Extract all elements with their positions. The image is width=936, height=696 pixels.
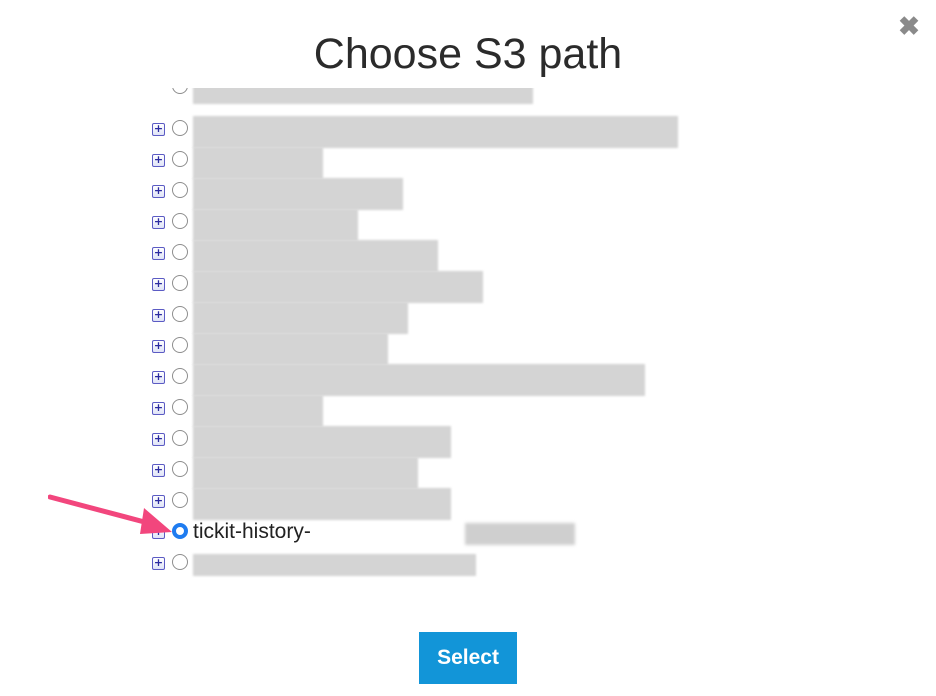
redacted-item-label — [193, 364, 645, 396]
redacted-item-label — [193, 395, 323, 427]
radio-button[interactable] — [172, 151, 188, 167]
plus-square-icon[interactable]: + — [152, 557, 165, 570]
redacted-item-label — [193, 209, 358, 241]
plus-square-icon[interactable]: + — [152, 216, 165, 229]
pointer-arrow-icon — [48, 494, 172, 534]
radio-button[interactable] — [172, 213, 188, 229]
redacted-item-label — [193, 240, 438, 272]
redacted-item-label — [193, 333, 388, 365]
plus-square-icon[interactable]: + — [152, 154, 165, 167]
radio-button[interactable] — [172, 244, 188, 260]
redacted-item-label — [193, 302, 408, 334]
radio-button[interactable] — [172, 182, 188, 198]
plus-square-icon[interactable]: + — [152, 278, 165, 291]
radio-button[interactable] — [172, 554, 188, 570]
plus-square-icon[interactable]: + — [152, 402, 165, 415]
radio-button[interactable] — [172, 461, 188, 477]
radio-button[interactable] — [172, 399, 188, 415]
redacted-item-label — [193, 426, 451, 458]
plus-square-icon[interactable]: + — [152, 371, 165, 384]
radio-button[interactable] — [172, 368, 188, 384]
radio-button[interactable] — [172, 306, 188, 322]
select-button[interactable]: Select — [419, 632, 517, 684]
plus-square-icon[interactable]: + — [152, 309, 165, 322]
plus-square-icon[interactable]: + — [152, 433, 165, 446]
radio-button[interactable] — [172, 337, 188, 353]
plus-square-icon[interactable]: + — [152, 185, 165, 198]
redacted-item-label — [193, 488, 451, 520]
radio-button[interactable] — [172, 275, 188, 291]
redacted-item-label — [193, 457, 418, 489]
redacted-item-label — [193, 271, 483, 303]
radio-button[interactable] — [172, 120, 188, 136]
radio-button[interactable] — [172, 430, 188, 446]
selected-item-label: tickit-history- — [193, 520, 311, 543]
redacted-item-label — [193, 554, 476, 576]
plus-square-icon[interactable]: + — [152, 247, 165, 260]
plus-square-icon[interactable]: + — [152, 340, 165, 353]
plus-square-icon[interactable]: + — [152, 464, 165, 477]
redacted-item-label — [193, 178, 403, 210]
radio-button[interactable] — [172, 88, 188, 94]
redacted-item-label — [193, 88, 533, 104]
redacted-item-label — [193, 147, 323, 179]
redacted-item-label — [193, 116, 678, 148]
dialog-title: Choose S3 path — [313, 30, 623, 78]
plus-square-icon[interactable]: + — [152, 123, 165, 136]
redacted-item-suffix — [465, 523, 575, 545]
